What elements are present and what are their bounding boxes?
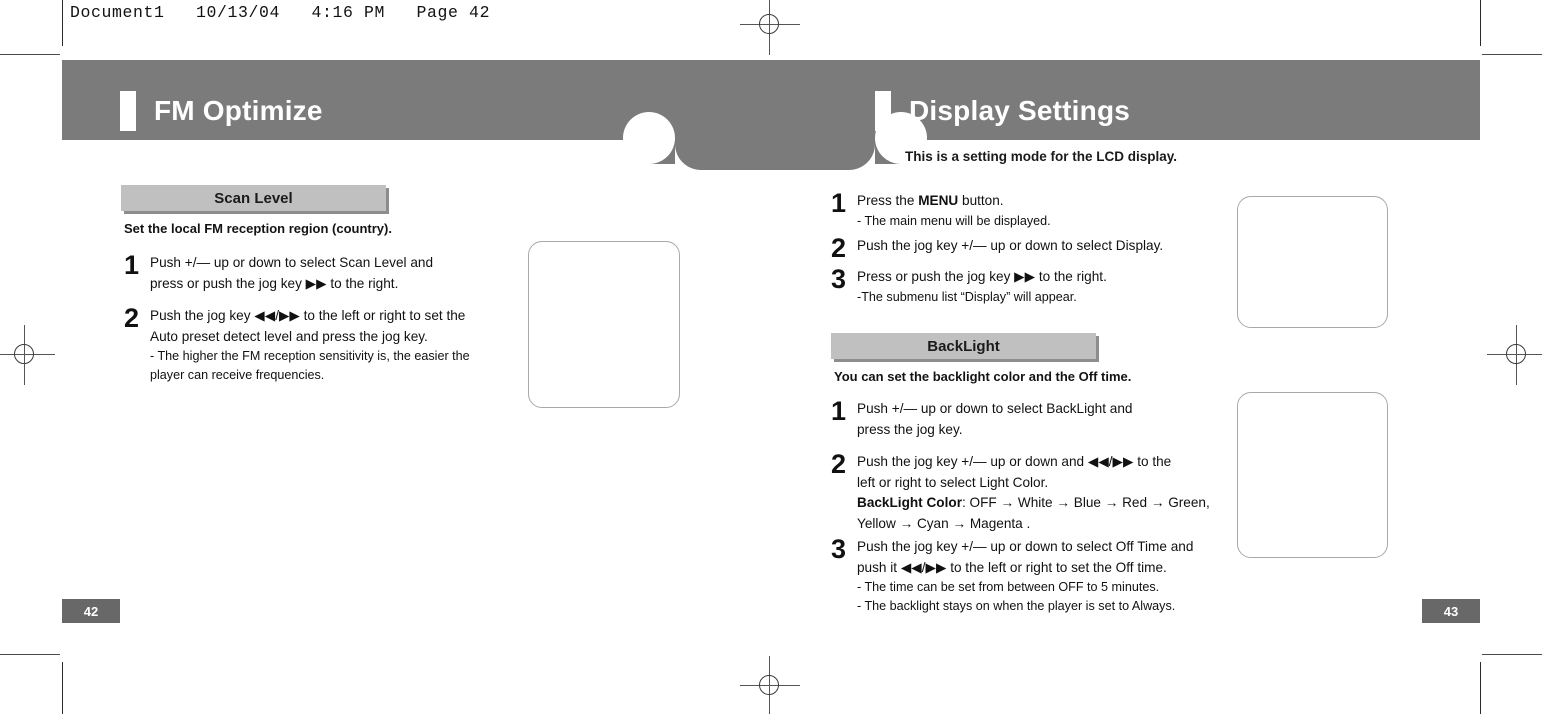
section-title-backlight: BackLight bbox=[927, 337, 1000, 355]
backlight-color-sequence-2: Yellow → Cyan → Magenta . bbox=[857, 515, 1031, 531]
step-number: 2 bbox=[124, 303, 140, 333]
step-item: 3 Push the jog key +/— up or down to sel… bbox=[831, 534, 1231, 616]
section-header-scan-level: Scan Level bbox=[121, 185, 386, 211]
step-text: Push +/— up or down to select Scan Level… bbox=[150, 253, 433, 294]
reg-hline bbox=[740, 685, 800, 686]
section-header-backlight: BackLight bbox=[831, 333, 1096, 359]
step-text: Press the MENU button. - The main menu w… bbox=[857, 191, 1051, 231]
crop-mark-bottom-right bbox=[1482, 654, 1542, 655]
step-item: 3 Press or push the jog key ▶▶ to the ri… bbox=[831, 264, 1231, 307]
step-note: - The time can be set from between OFF t… bbox=[857, 580, 1160, 594]
step-line: Push the jog key +/— up or down and ◀◀/▶… bbox=[857, 454, 1172, 469]
crop-mark-bottom-left bbox=[0, 654, 60, 655]
step-note: - The backlight stays on when the player… bbox=[857, 599, 1176, 613]
reg-hline bbox=[0, 354, 55, 355]
step-note: - The main menu will be displayed. bbox=[857, 213, 1051, 228]
step-number: 2 bbox=[831, 233, 847, 263]
step-line: Push the jog key +/— up or down to selec… bbox=[857, 238, 1164, 253]
step-number: 1 bbox=[831, 188, 847, 218]
step-number: 1 bbox=[831, 396, 847, 426]
step-text: Push the jog key +/— up or down and ◀◀/▶… bbox=[857, 452, 1210, 534]
reg-hline bbox=[1487, 354, 1542, 355]
reg-ring bbox=[1506, 344, 1526, 364]
step-note: -The submenu list “Display” will appear. bbox=[857, 289, 1077, 304]
reg-ring bbox=[759, 14, 779, 34]
registration-mark-right bbox=[1487, 325, 1542, 385]
step-line-post: button. bbox=[958, 193, 1004, 208]
registration-mark-top bbox=[740, 0, 800, 55]
step-line: press the jog key. bbox=[857, 421, 963, 437]
section-title-scan-level: Scan Level bbox=[214, 189, 293, 207]
registration-mark-bottom bbox=[740, 656, 800, 714]
crop-mark-top-right bbox=[1482, 54, 1542, 55]
step-item: 1 Push +/— up or down to select BackLigh… bbox=[831, 396, 1231, 440]
step-line: Push the jog key +/— up or down to selec… bbox=[857, 539, 1194, 554]
screen-illustration-placeholder-bottom-right bbox=[1237, 392, 1388, 558]
right-page-subtitle: This is a setting mode for the LCD displ… bbox=[905, 149, 1178, 164]
step-text: Push the jog key ◀◀/▶▶ to the left or ri… bbox=[150, 306, 470, 385]
step-line: Press the MENU button. bbox=[857, 191, 1051, 212]
reg-hline bbox=[740, 24, 800, 25]
step-number: 1 bbox=[124, 250, 140, 280]
reg-ring bbox=[759, 675, 779, 695]
reg-vline bbox=[769, 656, 770, 714]
left-page-title: FM Optimize bbox=[154, 95, 323, 126]
step-line: press or push the jog key ▶▶ to the righ… bbox=[150, 275, 399, 291]
step-line: Push the jog key ◀◀/▶▶ to the left or ri… bbox=[150, 308, 466, 323]
step-line: BackLight Color: OFF → White → Blue → Re… bbox=[857, 493, 1210, 514]
manual-page-spread: Document1 10/13/04 4:16 PM Page 42 FM Op… bbox=[0, 0, 1542, 714]
step-line: Press or push the jog key ▶▶ to the righ… bbox=[857, 269, 1107, 284]
step-note: player can receive frequencies. bbox=[150, 368, 325, 382]
registration-mark-left bbox=[0, 325, 55, 385]
document-slug-line: Document1 10/13/04 4:16 PM Page 42 bbox=[70, 3, 491, 22]
backlight-intro: You can set the backlight color and the … bbox=[834, 369, 1132, 384]
backlight-color-sequence: : OFF → White → Blue → Red → Green, bbox=[961, 495, 1210, 510]
crop-rule-top-left bbox=[62, 0, 63, 46]
left-page-title-block: FM Optimize bbox=[120, 91, 323, 131]
step-text: Press or push the jog key ▶▶ to the righ… bbox=[857, 267, 1107, 307]
page-number-right: 43 bbox=[1422, 599, 1480, 623]
right-page-title-block: Display Settings bbox=[875, 91, 1130, 131]
title-accent-bar-icon bbox=[875, 91, 891, 131]
step-text: Push +/— up or down to select BackLight … bbox=[857, 399, 1132, 440]
step-line: push it ◀◀/▶▶ to the left or right to se… bbox=[857, 559, 1167, 575]
step-item: 2 Push the jog key +/— up or down to sel… bbox=[831, 233, 1231, 263]
step-item: 2 Push the jog key ◀◀/▶▶ to the left or … bbox=[124, 303, 534, 385]
step-item: 2 Push the jog key +/— up or down and ◀◀… bbox=[831, 449, 1231, 534]
menu-button-name: MENU bbox=[918, 193, 959, 208]
page-number-left: 42 bbox=[62, 599, 120, 623]
reg-vline bbox=[769, 0, 770, 55]
step-item: 1 Push +/— up or down to select Scan Lev… bbox=[124, 250, 524, 294]
crop-mark-top-left bbox=[0, 54, 60, 55]
header-tab-extension bbox=[675, 138, 875, 170]
step-number: 2 bbox=[831, 449, 847, 479]
reg-ring bbox=[14, 344, 34, 364]
step-number: 3 bbox=[831, 264, 847, 294]
backlight-color-label: BackLight Color bbox=[857, 495, 962, 510]
step-line-pre: Press the bbox=[857, 193, 919, 208]
header-tab-notch-left bbox=[623, 112, 675, 164]
reg-vline bbox=[1516, 325, 1517, 385]
crop-rule-bottom-left bbox=[62, 662, 63, 714]
step-text: Push the jog key +/— up or down to selec… bbox=[857, 236, 1163, 257]
step-line: Push +/— up or down to select Scan Level… bbox=[150, 255, 433, 270]
scan-level-intro: Set the local FM reception region (count… bbox=[124, 221, 392, 236]
step-item: 1 Press the MENU button. - The main menu… bbox=[831, 188, 1231, 231]
step-line: Push +/— up or down to select BackLight … bbox=[857, 401, 1133, 416]
reg-vline bbox=[24, 325, 25, 385]
screen-illustration-placeholder-top-right bbox=[1237, 196, 1388, 328]
header-tab-notch-right bbox=[875, 112, 927, 164]
step-number: 3 bbox=[831, 534, 847, 564]
screen-illustration-placeholder-left bbox=[528, 241, 680, 408]
step-line: Auto preset detect level and press the j… bbox=[150, 328, 428, 344]
right-page-title: Display Settings bbox=[909, 95, 1131, 126]
crop-rule-bottom-right bbox=[1480, 662, 1481, 714]
title-accent-bar-icon bbox=[120, 91, 136, 131]
crop-rule-top-right bbox=[1480, 0, 1481, 46]
step-line: left or right to select Light Color. bbox=[857, 474, 1049, 490]
step-text: Push the jog key +/— up or down to selec… bbox=[857, 537, 1193, 616]
step-note: - The higher the FM reception sensitivit… bbox=[150, 349, 470, 363]
